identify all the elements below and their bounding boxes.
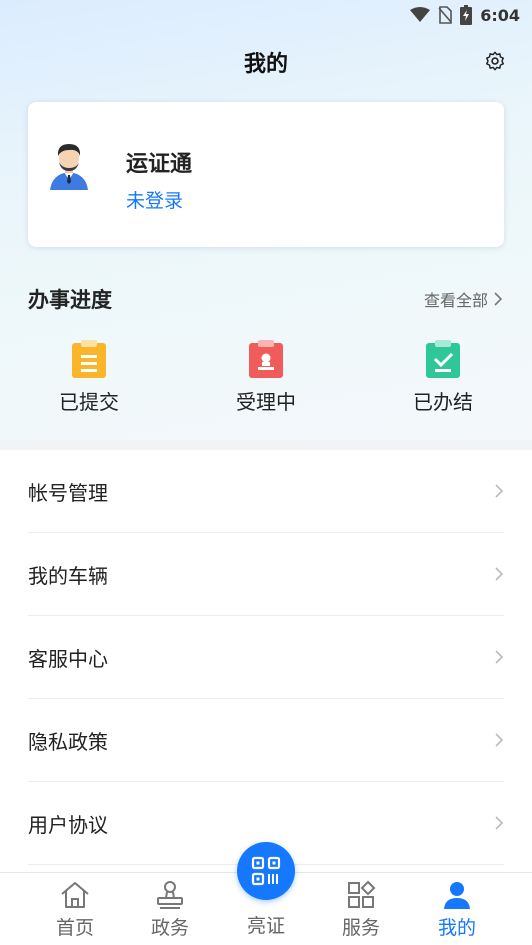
status-bar: 6:04	[0, 0, 532, 30]
status-time: 6:04	[480, 5, 520, 25]
menu-item-label: 用户协议	[28, 812, 108, 837]
section-divider	[0, 440, 532, 450]
profile-name: 运证通	[126, 152, 193, 177]
menu-item-account[interactable]: 帐号管理	[28, 450, 504, 533]
profile-card[interactable]: 运证通 未登录	[28, 102, 504, 247]
tab-government[interactable]: 政务	[122, 873, 218, 945]
tab-mine[interactable]: 我的	[409, 873, 505, 945]
menu-list: 帐号管理 我的车辆 客服中心 隐私政策 用户协议	[0, 450, 532, 865]
progress-processing-label: 受理中	[236, 390, 296, 414]
chevron-right-icon	[495, 816, 504, 830]
progress-submitted[interactable]: 已提交	[29, 340, 149, 415]
progress-section: 办事进度 查看全部 已提交 受理中 已办结	[0, 270, 532, 440]
clipboard-yellow-icon	[72, 340, 106, 378]
wifi-icon	[410, 7, 431, 22]
menu-item-label: 隐私政策	[28, 729, 108, 754]
grid-icon	[348, 880, 376, 908]
progress-completed-label: 已办结	[413, 390, 473, 414]
view-all-label: 查看全部	[423, 291, 488, 310]
menu-item-label: 帐号管理	[28, 480, 108, 505]
stamp-red-icon	[249, 340, 283, 378]
home-icon	[61, 882, 89, 908]
no-sim-icon	[438, 6, 453, 24]
tab-label: 亮证	[246, 915, 285, 937]
page-header: 我的	[0, 40, 532, 84]
progress-processing[interactable]: 受理中	[206, 340, 326, 415]
tab-label: 我的	[437, 917, 476, 939]
progress-title: 办事进度	[28, 288, 112, 312]
chevron-right-icon	[495, 733, 504, 747]
user-icon	[444, 882, 470, 909]
tab-label: 服务	[341, 917, 380, 939]
progress-submitted-label: 已提交	[59, 390, 119, 414]
page-title: 我的	[243, 52, 288, 77]
tab-label: 首页	[55, 917, 94, 939]
tab-services[interactable]: 服务	[313, 873, 409, 945]
menu-item-label: 我的车辆	[28, 563, 108, 588]
view-all-link[interactable]: 查看全部	[424, 287, 502, 311]
show-certificate-button[interactable]	[237, 842, 295, 900]
chevron-right-icon	[495, 567, 504, 581]
chevron-right-icon	[495, 650, 504, 664]
menu-item-privacy[interactable]: 隐私政策	[28, 699, 504, 782]
login-status-link[interactable]: 未登录	[126, 186, 183, 213]
battery-icon	[460, 5, 473, 25]
tab-home[interactable]: 首页	[27, 873, 123, 945]
chevron-right-icon	[495, 484, 504, 498]
tab-label: 政务	[150, 917, 189, 939]
chevron-right-icon	[494, 292, 502, 306]
progress-completed[interactable]: 已办结	[383, 340, 503, 415]
clipboard-check-green-icon	[426, 340, 460, 378]
qr-code-icon	[251, 856, 281, 886]
settings-gear-icon[interactable]	[484, 50, 506, 72]
avatar	[50, 144, 88, 190]
menu-item-label: 客服中心	[28, 646, 108, 671]
stamp-icon	[157, 881, 183, 909]
menu-item-vehicles[interactable]: 我的车辆	[28, 533, 504, 616]
menu-item-customer-service[interactable]: 客服中心	[28, 616, 504, 699]
